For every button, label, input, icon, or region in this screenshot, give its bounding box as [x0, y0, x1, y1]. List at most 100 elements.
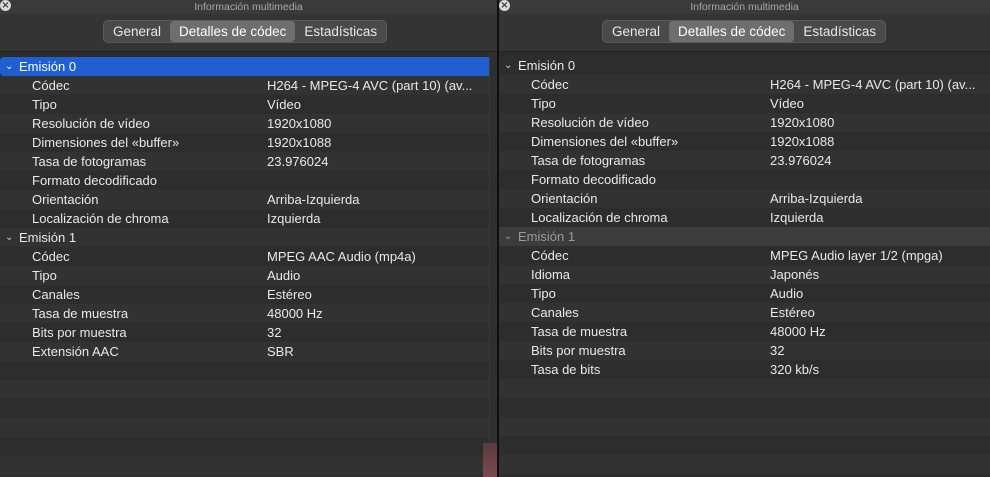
stream-title: Emisión 1 — [518, 229, 576, 244]
property-name: Resolución de vídeo — [531, 115, 649, 130]
property-name: Tasa de fotogramas — [531, 153, 646, 168]
codec-tree: ⌄ Emisión 0 Códec H264 - MPEG-4 AVC (part… — [499, 56, 990, 477]
tree-row[interactable]: Tasa de muestra 48000 Hz — [0, 304, 497, 323]
property-value: Estéreo — [267, 287, 312, 302]
chevron-down-icon[interactable]: ⌄ — [504, 56, 512, 75]
property-name: Resolución de vídeo — [32, 116, 150, 131]
tree-row[interactable]: Bits por muestra 32 — [499, 341, 990, 360]
tab-bar: General Detalles de códec Estadísticas — [602, 20, 887, 43]
property-value: MPEG Audio layer 1/2 (mpga) — [770, 248, 943, 263]
property-value: 1920x1080 — [267, 116, 332, 131]
property-name: Tasa de muestra — [531, 324, 628, 339]
property-value: 23.976024 — [770, 153, 832, 168]
tree-row[interactable]: Códec MPEG Audio layer 1/2 (mpga) — [499, 246, 990, 265]
tree-row[interactable]: Tasa de fotogramas 23.976024 — [0, 152, 497, 171]
property-value: 48000 Hz — [770, 324, 826, 339]
window-title: Información multimedia — [690, 1, 799, 13]
property-value: 32 — [770, 343, 785, 358]
property-name: Códec — [32, 249, 70, 264]
tree-row[interactable]: Resolución de vídeo 1920x1080 — [499, 113, 990, 132]
property-value: Vídeo — [267, 97, 301, 112]
media-info-window-right: × Información multimedia General Detalle… — [499, 0, 990, 477]
property-name: Tipo — [531, 96, 556, 111]
tree-row[interactable]: Localización de chroma Izquierda — [0, 209, 497, 228]
tree-row[interactable]: Tasa de bits 320 kb/s — [499, 360, 990, 379]
tree-row[interactable]: Dimensiones del «buffer» 1920x1088 — [0, 133, 497, 152]
property-name: Localización de chroma — [32, 211, 169, 226]
close-icon[interactable]: × — [499, 0, 510, 11]
tree-row[interactable]: Tasa de fotogramas 23.976024 — [499, 151, 990, 170]
property-value: MPEG AAC Audio (mp4a) — [267, 249, 416, 264]
property-name: Tasa de bits — [531, 362, 601, 377]
tree-row[interactable]: Códec H264 - MPEG-4 AVC (part 10) (av... — [0, 76, 497, 95]
tab-general[interactable]: General — [104, 21, 170, 42]
chevron-down-icon[interactable]: ⌄ — [5, 228, 13, 247]
property-name: Tipo — [531, 286, 556, 301]
property-value: 1920x1080 — [770, 115, 835, 130]
property-value: 32 — [267, 325, 282, 340]
tree-row[interactable]: Resolución de vídeo 1920x1080 — [0, 114, 497, 133]
tree-row[interactable]: Orientación Arriba-Izquierda — [499, 189, 990, 208]
tree-row[interactable]: Idioma Japonés — [499, 265, 990, 284]
tab-bar: General Detalles de códec Estadísticas — [103, 20, 388, 43]
stream-header-1[interactable]: ⌄ Emisión 1 — [499, 227, 990, 246]
property-name: Códec — [531, 248, 569, 263]
property-value: Estéreo — [770, 305, 815, 320]
property-value: H264 - MPEG-4 AVC (part 10) (av... — [770, 77, 976, 92]
tree-row[interactable]: Formato decodificado — [0, 171, 497, 190]
stream-header-0[interactable]: ⌄ Emisión 0 — [499, 56, 990, 75]
tab-codec-details[interactable]: Detalles de códec — [170, 21, 296, 42]
property-name: Tipo — [32, 268, 57, 283]
tree-row[interactable]: Tasa de muestra 48000 Hz — [499, 322, 990, 341]
title-bar: × Información multimedia — [499, 0, 990, 14]
property-name: Tipo — [32, 97, 57, 112]
tree-row[interactable]: Bits por muestra 32 — [0, 323, 497, 342]
property-name: Orientación — [531, 191, 598, 206]
tree-row[interactable]: Tipo Vídeo — [499, 94, 990, 113]
tree-row[interactable]: Tipo Vídeo — [0, 95, 497, 114]
property-value: 23.976024 — [267, 154, 329, 169]
tree-row[interactable]: Localización de chroma Izquierda — [499, 208, 990, 227]
stream-title: Emisión 0 — [19, 59, 77, 74]
toolbar: General Detalles de códec Estadísticas — [0, 14, 497, 52]
title-bar: × Información multimedia — [0, 0, 497, 14]
stream-header-0[interactable]: ⌄ Emisión 0 — [0, 57, 492, 76]
property-name: Canales — [531, 305, 579, 320]
property-value: Arriba-Izquierda — [267, 192, 360, 207]
tree-row[interactable]: Códec MPEG AAC Audio (mp4a) — [0, 247, 497, 266]
tab-codec-details[interactable]: Detalles de códec — [669, 21, 795, 42]
tree-row[interactable]: Canales Estéreo — [0, 285, 497, 304]
tree-row[interactable]: Dimensiones del «buffer» 1920x1088 — [499, 132, 990, 151]
tree-row[interactable]: Formato decodificado — [499, 170, 990, 189]
tree-row[interactable]: Códec H264 - MPEG-4 AVC (part 10) (av... — [499, 75, 990, 94]
property-value: 1920x1088 — [770, 134, 835, 149]
tree-row[interactable]: Orientación Arriba-Izquierda — [0, 190, 497, 209]
stream-header-1[interactable]: ⌄ Emisión 1 — [0, 228, 497, 247]
tree-row[interactable]: Tipo Audio — [499, 284, 990, 303]
close-icon[interactable]: × — [0, 0, 11, 11]
tab-statistics[interactable]: Estadísticas — [295, 21, 386, 42]
property-name: Extensión AAC — [32, 344, 119, 359]
chevron-down-icon[interactable]: ⌄ — [504, 227, 512, 246]
codec-tree: ⌄ Emisión 0 Códec H264 - MPEG-4 AVC (part… — [0, 57, 497, 477]
scrollbar[interactable] — [489, 52, 497, 477]
property-name: Localización de chroma — [531, 210, 668, 225]
property-name: Formato decodificado — [32, 173, 158, 188]
tree-row[interactable]: Canales Estéreo — [499, 303, 990, 322]
tree-row[interactable]: Extensión AAC SBR — [0, 342, 497, 361]
chevron-down-icon[interactable]: ⌄ — [5, 57, 13, 76]
property-value: Vídeo — [770, 96, 804, 111]
property-value: Audio — [267, 268, 301, 283]
property-name: Dimensiones del «buffer» — [531, 134, 679, 149]
tab-statistics[interactable]: Estadísticas — [794, 21, 885, 42]
property-value: SBR — [267, 344, 294, 359]
tree-row[interactable]: Tipo Audio — [0, 266, 497, 285]
property-name: Códec — [32, 78, 70, 93]
property-value: Izquierda — [267, 211, 321, 226]
property-value: Audio — [770, 286, 804, 301]
stream-title: Emisión 0 — [518, 58, 576, 73]
tab-general[interactable]: General — [603, 21, 669, 42]
property-name: Bits por muestra — [531, 343, 626, 358]
wallpaper-corner — [483, 443, 497, 477]
property-name: Códec — [531, 77, 569, 92]
